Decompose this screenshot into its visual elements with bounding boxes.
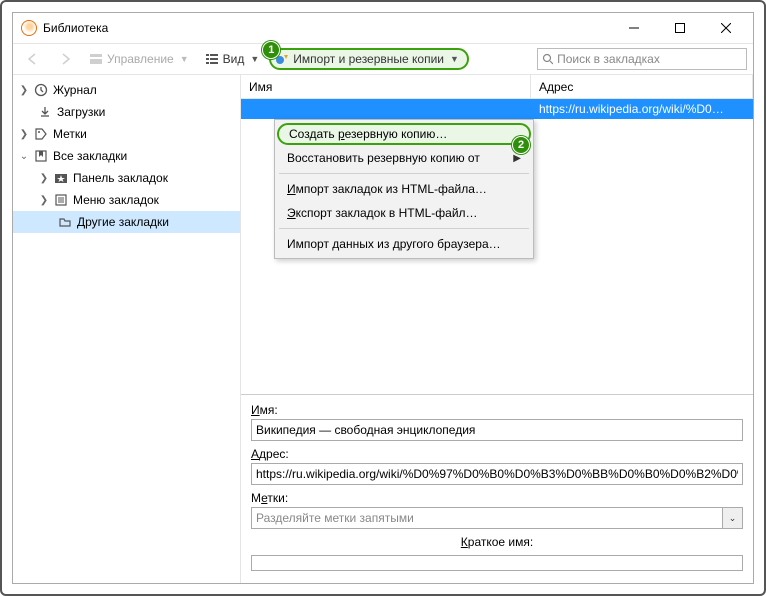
tags-label: Метки: bbox=[251, 491, 743, 505]
details-pane: Имя: Адрес: Метки: ⌄ bbox=[241, 394, 753, 583]
expand-icon[interactable]: ❯ bbox=[37, 195, 51, 206]
search-input[interactable] bbox=[557, 52, 742, 66]
shortname-input[interactable] bbox=[251, 555, 743, 571]
minimize-button[interactable] bbox=[611, 13, 657, 43]
library-window: Библиотека Управление ▼ bbox=[12, 12, 754, 584]
caret-down-icon: ▼ bbox=[450, 54, 459, 64]
history-icon bbox=[33, 83, 49, 97]
download-icon bbox=[37, 105, 53, 119]
toolbar: Управление ▼ Вид ▼ 1 Импорт и резервные … bbox=[13, 43, 753, 75]
import-backup-menu: Создать резервную копию… 2 Восстановить … bbox=[274, 119, 534, 259]
forward-button[interactable] bbox=[51, 47, 79, 71]
name-label: Имя: bbox=[251, 403, 743, 417]
shortname-label: Краткое имя: bbox=[461, 535, 533, 549]
expand-icon[interactable]: ❯ bbox=[17, 129, 31, 140]
collapse-icon[interactable]: ⌄ bbox=[17, 151, 31, 162]
menu-separator bbox=[279, 228, 529, 229]
menu-import-html[interactable]: Импорт закладок из HTML-файла… bbox=[277, 177, 531, 201]
star-icon bbox=[53, 171, 69, 185]
address-input[interactable] bbox=[251, 463, 743, 485]
caret-down-icon: ▼ bbox=[180, 54, 189, 64]
list-body: https://ru.wikipedia.org/wiki/%D0… Созда… bbox=[241, 99, 753, 394]
expand-icon[interactable]: ❯ bbox=[37, 173, 51, 184]
folder-icon bbox=[57, 215, 73, 229]
column-name[interactable]: Имя bbox=[241, 75, 531, 98]
maximize-button[interactable] bbox=[657, 13, 703, 43]
list-row[interactable]: https://ru.wikipedia.org/wiki/%D0… bbox=[241, 99, 753, 119]
main-panel: Имя Адрес https://ru.wikipedia.org/wiki/… bbox=[241, 75, 753, 583]
menu-bookmarks-icon bbox=[53, 193, 69, 207]
search-icon bbox=[542, 53, 553, 65]
sidebar: ❯ Журнал Загрузки ❯ Метки ⌄ Все закладки bbox=[13, 75, 241, 583]
menu-create-backup[interactable]: Создать резервную копию… 2 bbox=[277, 123, 531, 145]
expand-icon[interactable]: ❯ bbox=[17, 85, 31, 96]
tree-downloads[interactable]: Загрузки bbox=[13, 101, 240, 123]
tree-menu-bookmarks[interactable]: ❯ Меню закладок bbox=[13, 189, 240, 211]
views-button[interactable]: Вид ▼ bbox=[199, 47, 266, 71]
menu-export-html[interactable]: Экспорт закладок в HTML-файл… bbox=[277, 201, 531, 225]
window-title: Библиотека bbox=[43, 21, 108, 35]
search-box[interactable] bbox=[537, 48, 747, 70]
back-button[interactable] bbox=[19, 47, 47, 71]
address-label: Адрес: bbox=[251, 447, 743, 461]
menu-separator bbox=[279, 173, 529, 174]
name-input[interactable] bbox=[251, 419, 743, 441]
tree-history[interactable]: ❯ Журнал bbox=[13, 79, 240, 101]
views-icon bbox=[205, 52, 219, 66]
close-button[interactable] bbox=[703, 13, 749, 43]
menu-import-browser[interactable]: Импорт данных из другого браузера… bbox=[277, 232, 531, 256]
column-address[interactable]: Адрес bbox=[531, 75, 753, 98]
tree-tags[interactable]: ❯ Метки bbox=[13, 123, 240, 145]
tree-all-bookmarks[interactable]: ⌄ Все закладки bbox=[13, 145, 240, 167]
menu-restore-backup[interactable]: Восстановить резервную копию от ▶ bbox=[277, 146, 531, 170]
organize-button[interactable]: Управление ▼ bbox=[83, 47, 195, 71]
organize-icon bbox=[89, 52, 103, 66]
tree-other-bookmarks[interactable]: Другие закладки bbox=[13, 211, 240, 233]
bookmarks-icon bbox=[33, 149, 49, 163]
firefox-icon bbox=[21, 20, 37, 36]
tree-toolbar-bookmarks[interactable]: ❯ Панель закладок bbox=[13, 167, 240, 189]
cell-address: https://ru.wikipedia.org/wiki/%D0… bbox=[531, 102, 753, 116]
list-header: Имя Адрес bbox=[241, 75, 753, 99]
tags-dropdown-button[interactable]: ⌄ bbox=[723, 507, 743, 529]
tags-input[interactable] bbox=[251, 507, 723, 529]
titlebar: Библиотека bbox=[13, 13, 753, 43]
submenu-arrow-icon: ▶ bbox=[513, 153, 521, 164]
tag-icon bbox=[33, 127, 49, 141]
import-backup-button[interactable]: 1 Импорт и резервные копии ▼ bbox=[269, 48, 469, 70]
caret-down-icon: ▼ bbox=[250, 54, 259, 64]
